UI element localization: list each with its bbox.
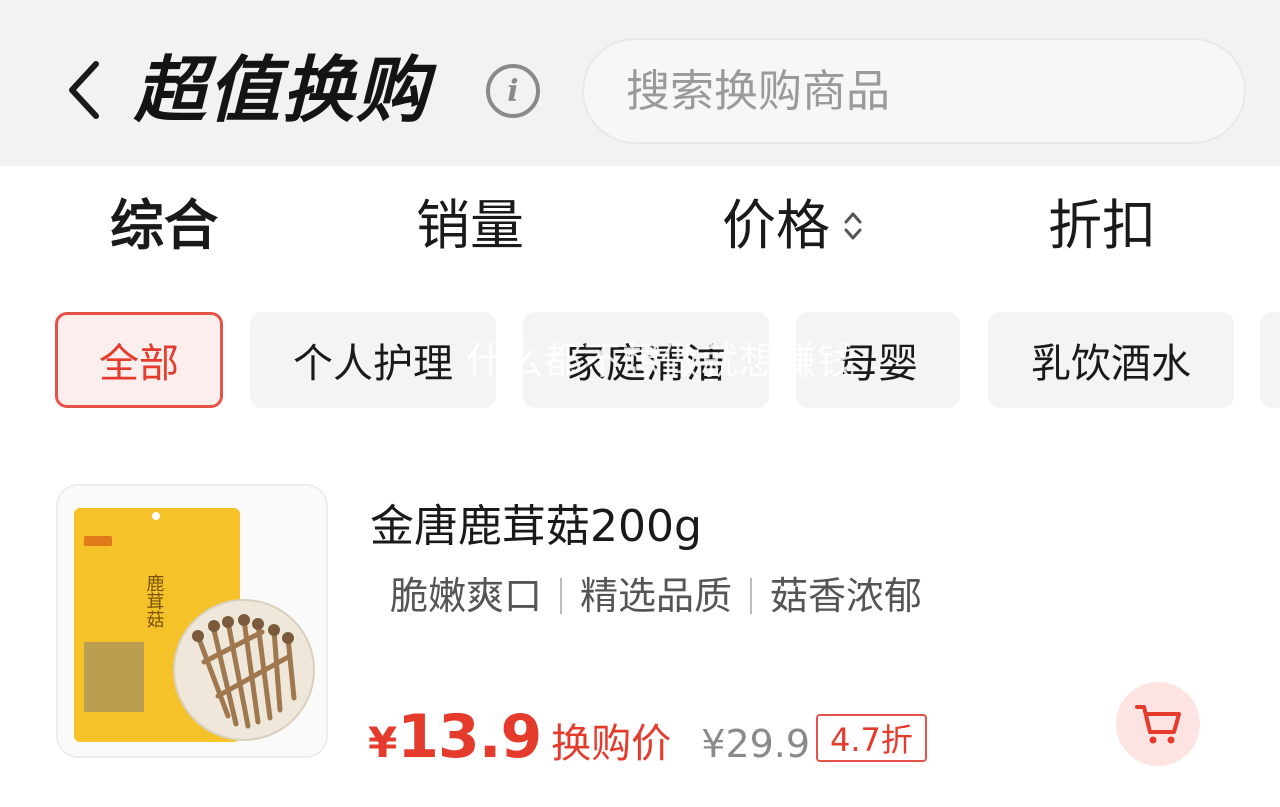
sort-tab-comprehensive[interactable]: 综合 — [110, 194, 218, 258]
top-header: 超值换购 i — [0, 0, 1280, 166]
chip-drinks[interactable]: 乳饮酒水 — [988, 312, 1234, 408]
category-chips: 全部 个人护理 家庭清洁 母婴 乳饮酒水 — [0, 312, 1280, 410]
tag-divider — [560, 578, 563, 614]
sort-tab-label: 综合 — [110, 194, 218, 257]
sort-tab-label: 折扣 — [1048, 194, 1156, 257]
sort-toggle-icon — [842, 208, 864, 244]
sort-tab-sales[interactable]: 销量 — [416, 194, 524, 258]
currency-symbol: ¥ — [368, 718, 398, 767]
add-to-cart-button[interactable] — [1116, 682, 1200, 766]
search-input[interactable] — [626, 65, 1244, 117]
product-tags: 脆嫩爽口 精选品质 菇香浓郁 — [390, 572, 922, 620]
exchange-price-label: 换购价 — [551, 721, 672, 767]
chip-personal-care[interactable]: 个人护理 — [250, 312, 496, 408]
sort-bar: 综合 销量 价格 折扣 — [0, 166, 1280, 282]
page-title: 超值换购 — [134, 48, 431, 132]
sort-tab-label: 销量 — [416, 194, 524, 257]
package-label: 鹿茸菇 — [144, 574, 165, 628]
product-tag: 脆嫩爽口 — [390, 574, 543, 618]
chevron-left-icon — [69, 61, 99, 119]
sort-tab-label: 价格 — [722, 194, 830, 257]
info-icon[interactable]: i — [486, 64, 540, 118]
chip-more-partial[interactable] — [1260, 312, 1280, 408]
exchange-price: 13.9 — [397, 702, 542, 772]
product-tag: 菇香浓郁 — [770, 574, 923, 618]
chip-all[interactable]: 全部 — [55, 312, 223, 408]
sort-tab-discount[interactable]: 折扣 — [1048, 194, 1156, 258]
tag-divider — [750, 578, 753, 614]
chip-home-cleaning[interactable]: 家庭清洁 — [523, 312, 769, 408]
price-row: ¥ 13.9 换购价 ¥29.9 — [368, 702, 810, 772]
cart-icon — [1135, 705, 1181, 744]
discount-badge: 4.7折 — [816, 714, 927, 762]
back-button[interactable] — [56, 50, 112, 130]
sort-tab-price[interactable]: 价格 — [722, 194, 864, 258]
original-price: ¥29.9 — [701, 722, 811, 766]
product-image[interactable]: 鹿茸菇 — [56, 484, 328, 758]
chip-mother-baby[interactable]: 母婴 — [796, 312, 960, 408]
product-card[interactable]: 鹿茸菇 金唐鹿茸菇200g 脆嫩爽口 精选品质 菇香浓郁 ¥ 13.9 换购价 … — [0, 480, 1280, 772]
product-name[interactable]: 金唐鹿茸菇200g — [370, 500, 702, 554]
product-tag: 精选品质 — [580, 574, 733, 618]
search-box[interactable] — [582, 38, 1246, 144]
